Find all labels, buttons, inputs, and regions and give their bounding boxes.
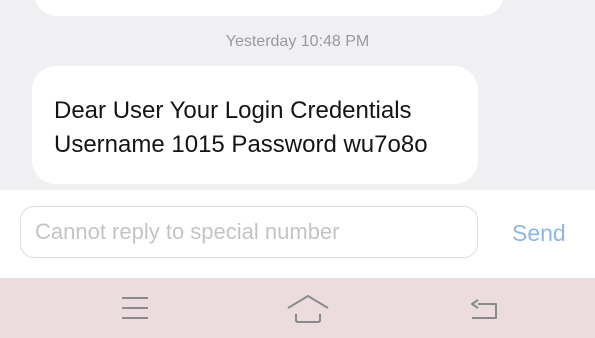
back-button[interactable] (462, 290, 514, 326)
message-timestamp: Yesterday 10:48 PM (225, 33, 370, 50)
home-icon (282, 290, 334, 326)
conversation-area: Yesterday 10:48 PM Dear User Your Login … (0, 0, 595, 190)
home-button[interactable] (282, 290, 334, 326)
composer-bar: Send (0, 190, 595, 278)
reply-input[interactable] (20, 206, 478, 258)
menu-icon (110, 290, 162, 326)
menu-button[interactable] (110, 290, 162, 326)
message-text: Dear User Your Login Credentials Usernam… (54, 97, 428, 158)
system-navigation-bar (0, 278, 595, 338)
back-icon (462, 290, 514, 326)
previous-message-bubble (34, 0, 504, 16)
send-button[interactable]: Send (512, 220, 566, 246)
message-bubble: Dear User Your Login Credentials Usernam… (32, 66, 478, 184)
